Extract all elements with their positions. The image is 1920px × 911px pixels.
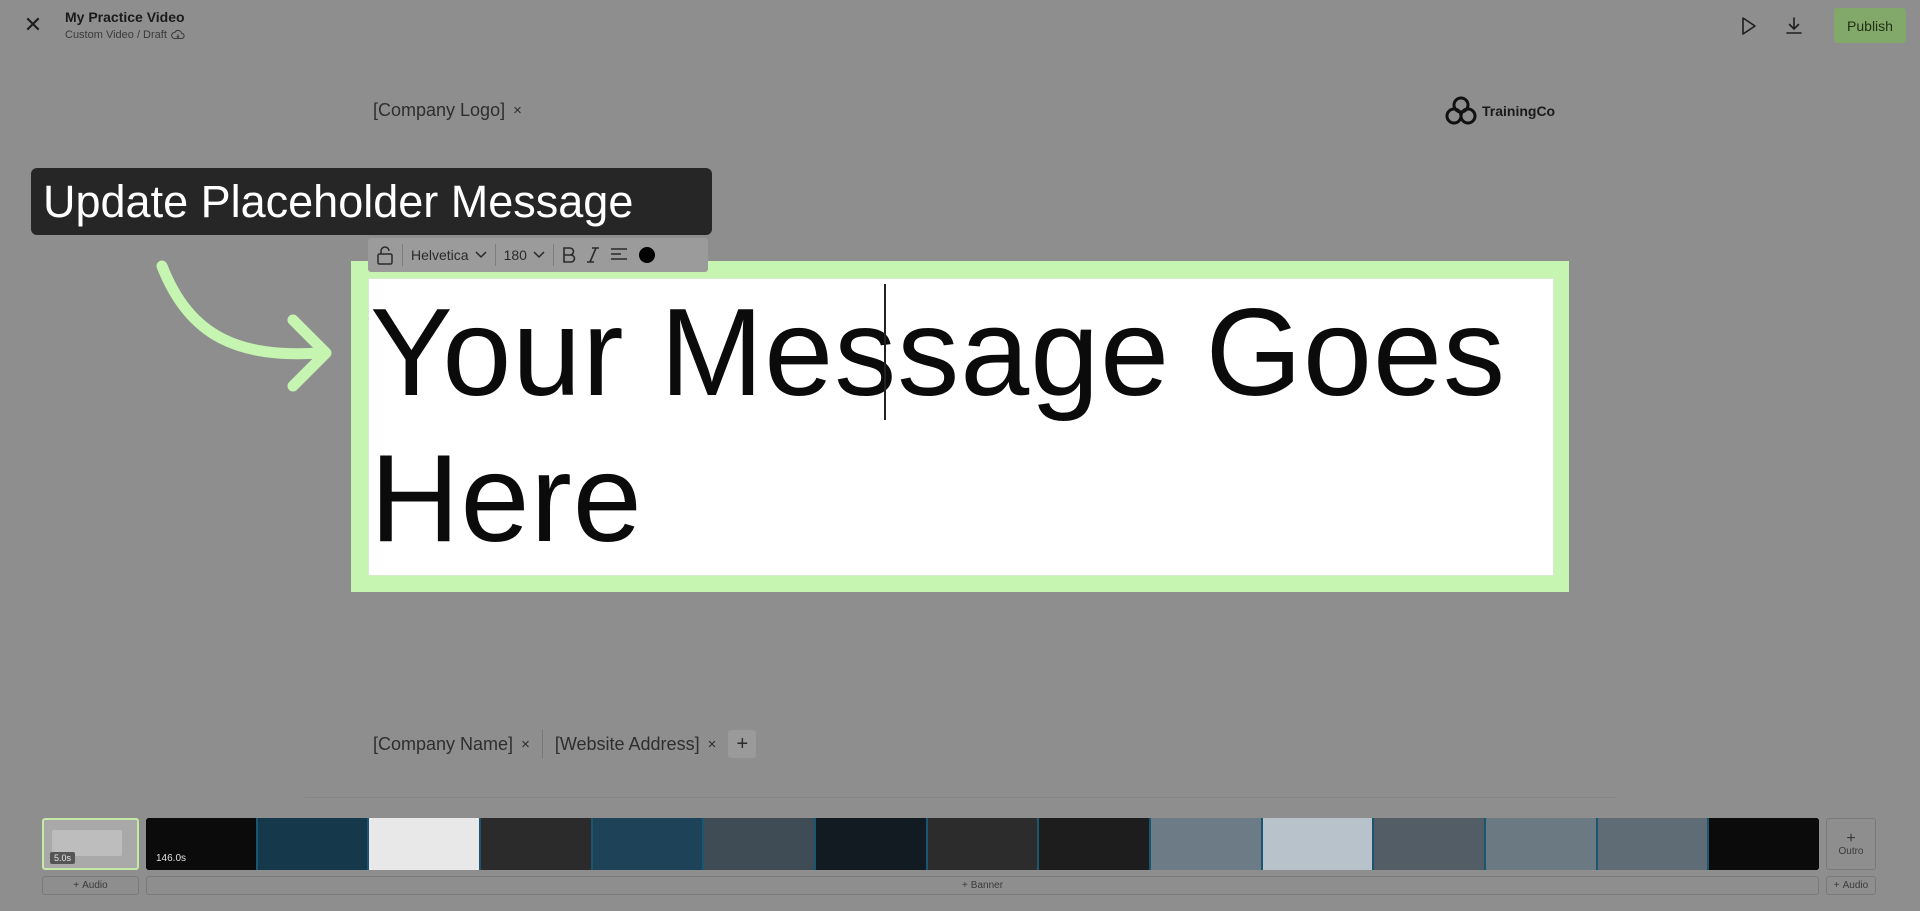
bold-icon xyxy=(563,247,576,263)
main-duration: 146.0s xyxy=(156,853,187,864)
brand-name: TrainingCo xyxy=(1482,103,1556,119)
add-placeholder-button[interactable]: + xyxy=(728,730,757,758)
timeline-frame[interactable] xyxy=(1486,818,1598,870)
add-intro-audio-button[interactable]: + Audio xyxy=(42,876,139,895)
timeline-frame[interactable] xyxy=(481,818,593,870)
intro-clip[interactable]: 5.0s xyxy=(42,818,139,870)
logo-placeholder[interactable]: [Company Logo] × xyxy=(373,100,522,121)
unlock-icon xyxy=(377,246,393,265)
remove-logo-button[interactable]: × xyxy=(513,102,522,119)
logo-placeholder-label: [Company Logo] xyxy=(373,100,506,120)
align-left-icon xyxy=(610,248,627,260)
subtitle-text: Custom Video / Draft xyxy=(65,29,167,41)
text-color-button[interactable] xyxy=(638,238,656,272)
company-name-label: [Company Name] xyxy=(373,733,514,754)
timeline-frame[interactable] xyxy=(592,818,705,870)
preview-button[interactable] xyxy=(1735,12,1763,40)
add-outro-audio-button[interactable]: + Audio xyxy=(1826,876,1876,895)
font-family-value: Helvetica xyxy=(411,247,469,263)
toolbar-divider xyxy=(402,244,403,266)
main-clip-strip[interactable]: 146.0s xyxy=(146,818,1819,870)
banner-label: Banner xyxy=(970,880,1004,891)
timeline-frame[interactable] xyxy=(927,818,1040,870)
canvas-divider xyxy=(305,797,1617,798)
timeline-frame[interactable] xyxy=(257,818,370,870)
timeline-frame[interactable] xyxy=(369,818,482,870)
footer-placeholders: [Company Name] × [Website Address] × + xyxy=(373,730,757,758)
timeline-frame[interactable] xyxy=(1709,818,1819,870)
intro-duration: 5.0s xyxy=(50,852,76,864)
video-subtitle: Custom Video / Draft xyxy=(65,29,185,41)
curved-arrow-icon xyxy=(156,260,332,392)
video-title: My Practice Video xyxy=(65,9,185,25)
italic-icon xyxy=(586,247,599,263)
add-banner-button[interactable]: + Banner xyxy=(146,876,1819,895)
close-icon: ✕ xyxy=(23,12,43,37)
company-name-placeholder[interactable]: [Company Name] × xyxy=(373,734,530,755)
plus-icon: + xyxy=(961,880,968,891)
website-label: [Website Address] xyxy=(554,733,700,754)
italic-button[interactable] xyxy=(586,238,600,272)
timeline-frame[interactable] xyxy=(1039,818,1152,870)
timeline-frame[interactable] xyxy=(1597,818,1710,870)
plus-icon: + xyxy=(73,880,80,891)
audio-label: Audio xyxy=(1842,880,1869,891)
remove-company-name-button[interactable]: × xyxy=(521,736,530,753)
chevron-down-icon xyxy=(533,251,545,259)
placeholder-divider xyxy=(541,730,543,758)
brand-logo: TrainingCo xyxy=(1444,94,1555,128)
toolbar-divider xyxy=(552,244,554,266)
close-button[interactable]: ✕ xyxy=(20,12,46,38)
message-text[interactable]: Your Message Goes Here xyxy=(370,280,1550,572)
play-icon xyxy=(1742,17,1756,35)
cloud-sync-icon xyxy=(171,29,185,40)
font-family-select[interactable]: Helvetica xyxy=(411,238,487,272)
audio-label: Audio xyxy=(82,880,108,891)
timeline-frame[interactable] xyxy=(1262,818,1375,870)
font-size-select[interactable]: 180 xyxy=(504,238,545,272)
instruction-callout: Update Placeholder Message xyxy=(31,168,712,235)
timeline-frame[interactable] xyxy=(1374,818,1487,870)
font-size-value: 180 xyxy=(503,247,527,263)
website-placeholder[interactable]: [Website Address] × xyxy=(555,734,717,755)
plus-icon: + xyxy=(1846,829,1856,847)
align-button[interactable] xyxy=(610,238,628,272)
lock-button[interactable] xyxy=(376,238,394,272)
timeline-frame[interactable] xyxy=(1151,818,1263,870)
download-icon xyxy=(1786,17,1802,34)
add-outro-button[interactable]: + Outro xyxy=(1826,818,1876,870)
timeline-frame[interactable] xyxy=(704,818,817,870)
remove-website-button[interactable]: × xyxy=(708,736,717,753)
plus-icon: + xyxy=(1833,880,1840,891)
bold-button[interactable] xyxy=(562,238,576,272)
publish-button[interactable]: Publish xyxy=(1834,8,1906,43)
trainingco-logo-icon xyxy=(1445,96,1477,125)
outro-label: Outro xyxy=(1838,845,1864,857)
text-toolbar: Helvetica 180 xyxy=(368,238,708,272)
timeline-frame[interactable] xyxy=(816,818,928,870)
color-swatch-icon xyxy=(638,247,655,263)
toolbar-divider xyxy=(494,244,496,266)
chevron-down-icon xyxy=(475,251,487,259)
text-caret xyxy=(884,284,886,420)
download-button[interactable] xyxy=(1780,12,1808,40)
